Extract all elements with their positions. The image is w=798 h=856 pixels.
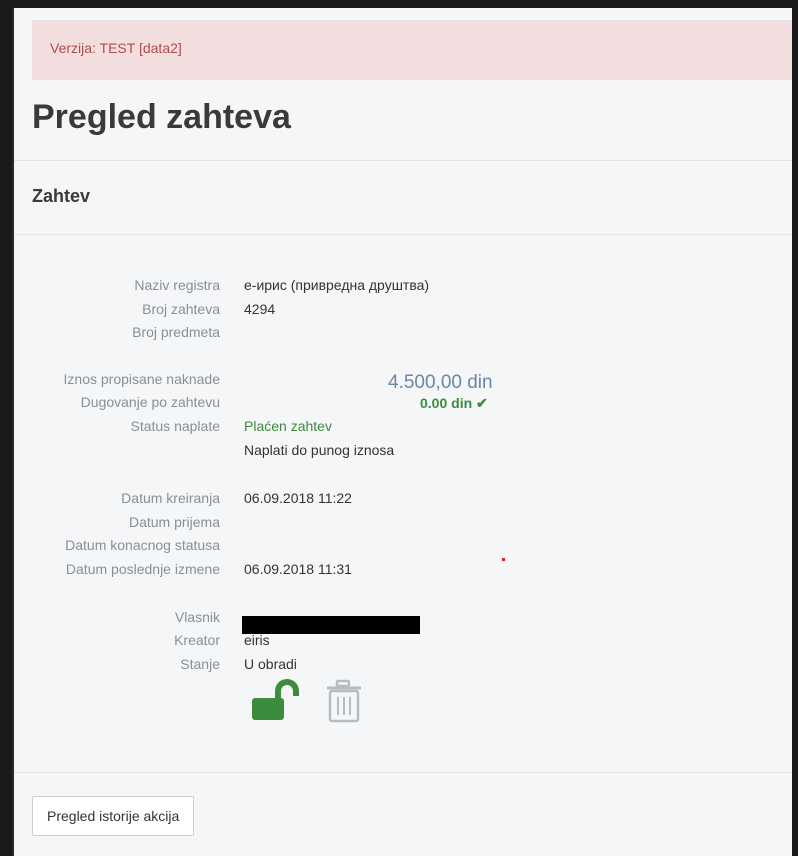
label-dugovanje: Dugovanje po zahtevu — [80, 394, 220, 410]
label-datum-kreiranja: Datum kreiranja — [121, 490, 220, 506]
label-datum-prijema: Datum prijema — [128, 514, 220, 530]
value-broj-zahteva: 4294 — [244, 301, 276, 317]
label-datum-konacnog: Datum konacnog statusa — [65, 537, 220, 553]
divider — [14, 772, 792, 773]
unlock-icon[interactable] — [250, 678, 300, 724]
label-status-naplate: Status naplate — [130, 418, 220, 434]
label-vlasnik: Vlasnik — [174, 609, 220, 625]
page-title: Pregled zahteva — [32, 98, 291, 136]
value-status-naplate: Plaćen zahtev — [244, 418, 332, 434]
label-broj-predmeta: Broj predmeta — [132, 324, 220, 340]
value-iznos: 4.500,00 din — [388, 372, 493, 393]
value-naziv-registra: е-ирис (привредна друштва) — [244, 277, 430, 293]
version-banner: Verzija: TEST [data2] — [32, 20, 792, 80]
label-stanje: Stanje — [180, 656, 220, 672]
red-dot — [502, 558, 505, 561]
value-datum-kreiranja: 06.09.2018 11:22 — [244, 490, 352, 506]
label-datum-izmene: Datum poslednje izmene — [65, 561, 220, 577]
divider — [14, 160, 792, 161]
value-datum-izmene: 06.09.2018 11:31 — [244, 561, 352, 577]
action-history-button[interactable]: Pregled istorije akcija — [32, 796, 195, 836]
value-dugovanje: 0.00 din ✔ — [420, 395, 488, 411]
value-kreator: eiris — [244, 632, 270, 648]
page-frame: Verzija: TEST [data2] Pregled zahteva Za… — [12, 8, 792, 856]
label-naziv-registra: Naziv registra — [134, 277, 220, 293]
panel-title: Zahtev — [32, 186, 91, 206]
divider — [14, 234, 792, 235]
trash-icon[interactable] — [324, 678, 364, 724]
label-broj-zahteva: Broj zahteva — [142, 301, 220, 317]
label-iznos: Iznos propisane naknade — [63, 371, 220, 387]
value-stanje: U obradi — [244, 656, 297, 672]
label-kreator: Kreator — [174, 632, 220, 648]
status-naplate-note: Naplati do punog iznosa — [244, 442, 395, 458]
